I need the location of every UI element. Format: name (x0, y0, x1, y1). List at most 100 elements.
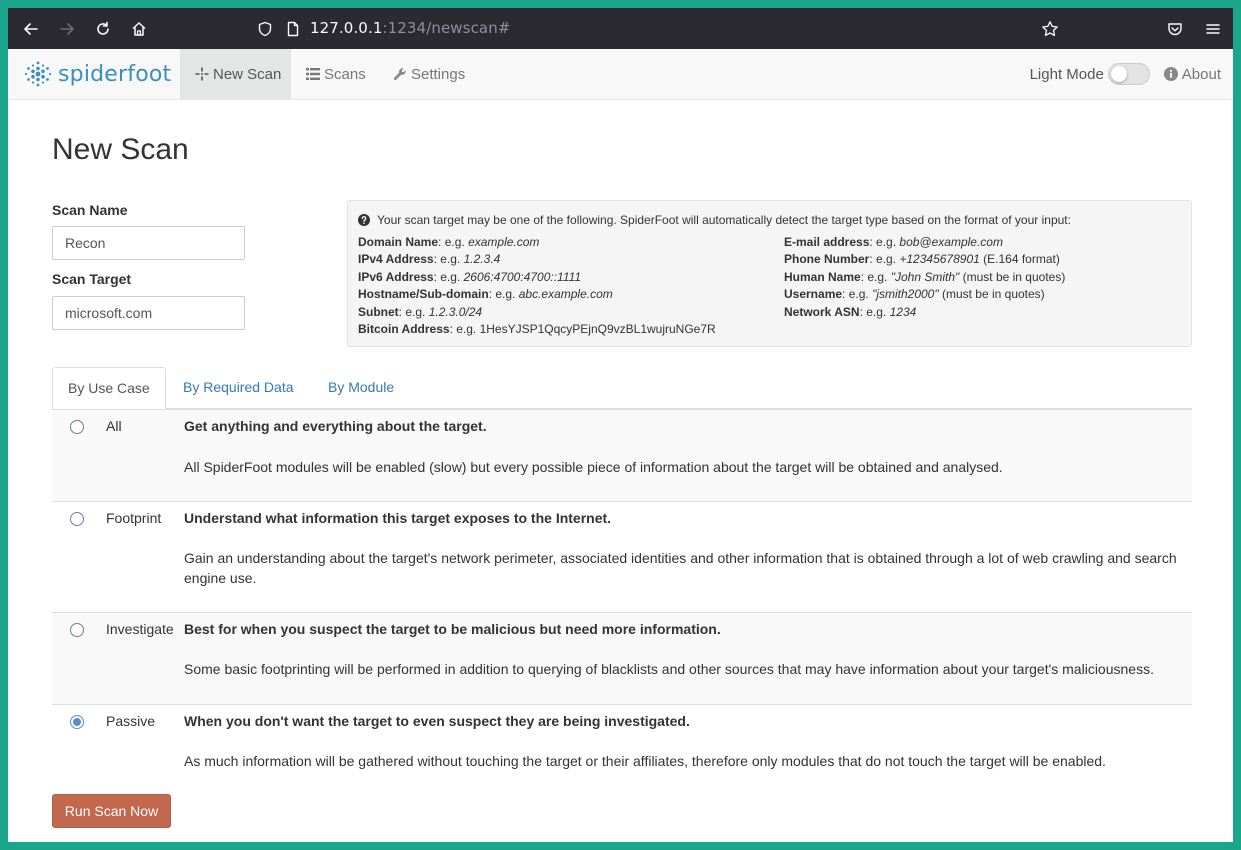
tab-by-required-data[interactable]: By Required Data (168, 367, 309, 409)
help-type-label: Network ASN (784, 304, 860, 319)
help-target-type: Human Name: e.g. "John Smith" (must be i… (784, 269, 1065, 286)
use-case-desc: As much information will be gathered wit… (184, 753, 1106, 769)
help-type-example: 1.2.3.0/24 (428, 304, 483, 319)
use-case-radio-all[interactable] (70, 420, 84, 434)
help-type-suffix: (E.164 format) (979, 252, 1060, 267)
help-type-label: Human Name (784, 269, 861, 284)
help-type-label: Hostname/Sub-domain (358, 287, 489, 302)
use-case-desc: Some basic footprinting will be performe… (184, 661, 1154, 677)
help-type-label: IPv6 Address (358, 269, 434, 284)
target-help-box: Your scan target may be one of the follo… (347, 200, 1192, 347)
help-target-type: Username: e.g. "jsmith2000" (must be in … (784, 286, 1065, 303)
help-type-example: 1234 (889, 304, 917, 319)
use-case-row[interactable]: All Get anything and everything about th… (52, 409, 1192, 501)
forward-icon[interactable] (54, 16, 80, 42)
nav-tab-new-scan[interactable]: New Scan (180, 49, 291, 99)
help-type-suffix: (must be in quotes) (959, 269, 1066, 284)
help-type-label: Bitcoin Address (358, 322, 450, 337)
shield-icon[interactable] (252, 16, 278, 42)
browser-toolbar: 127.0.0.1:1234/newscan# (8, 8, 1233, 49)
crosshair-icon (195, 67, 209, 81)
help-target-type: IPv6 Address: e.g. 2606:4700:4700::1111 (358, 269, 784, 286)
help-type-suffix: (must be in quotes) (938, 287, 1045, 302)
back-icon[interactable] (18, 16, 44, 42)
use-case-title: When you don't want the target to even s… (184, 713, 690, 729)
use-case-desc: All SpiderFoot modules will be enabled (… (184, 459, 1003, 475)
help-type-label: Phone Number (784, 252, 870, 267)
help-type-example: +12345678901 (899, 252, 980, 267)
page-icon[interactable] (280, 16, 306, 42)
help-target-type: Network ASN: e.g. 1234 (784, 304, 1065, 321)
help-type-example: example.com (468, 235, 540, 249)
help-type-prefix: : e.g. (869, 252, 900, 267)
use-case-name: Passive (106, 713, 156, 729)
help-target-type: Bitcoin Address: e.g. 1HesYJSP1QqcyPEjnQ… (358, 321, 784, 338)
use-case-title: Get anything and everything about the ta… (184, 418, 487, 434)
help-type-label: Username (784, 287, 843, 302)
use-case-radio-investigate[interactable] (70, 623, 84, 637)
use-case-row[interactable]: Investigate Best for when you suspect th… (52, 612, 1192, 704)
use-case-desc: Gain an understanding about the target's… (184, 550, 1177, 586)
help-type-example: "John Smith" (890, 269, 960, 284)
help-type-example: abc.example.com (518, 287, 613, 302)
help-type-prefix: : e.g. (859, 304, 890, 319)
use-case-name: All (106, 418, 122, 434)
help-type-label: Domain Name (358, 235, 439, 249)
use-case-list: All Get anything and everything about th… (52, 409, 1192, 784)
menu-icon[interactable] (1200, 16, 1226, 42)
browser-window: 127.0.0.1:1234/newscan# spiderfoot New S… (8, 8, 1233, 842)
use-case-name: Investigate (106, 621, 174, 637)
use-case-row[interactable]: Passive When you don't want the target t… (52, 704, 1192, 784)
bookmark-star-icon[interactable] (1037, 16, 1063, 42)
help-type-prefix: : e.g. (860, 269, 891, 284)
reload-icon[interactable] (90, 16, 116, 42)
info-circle-icon (1163, 67, 1178, 81)
help-type-prefix: : e.g. (842, 287, 873, 302)
help-target-type: Subnet: e.g. 1.2.3.0/24 (358, 304, 784, 321)
url-host: 127.0.0.1 (310, 19, 383, 37)
help-type-example: bob@example.com (899, 235, 1003, 249)
url-bar[interactable]: 127.0.0.1:1234/newscan# (310, 19, 510, 37)
about-link[interactable]: About (1163, 66, 1221, 83)
run-scan-button[interactable]: Run Scan Now (52, 794, 171, 828)
use-case-name: Footprint (106, 510, 162, 526)
help-type-example: "jsmith2000" (872, 287, 939, 302)
help-type-prefix: : e.g. (438, 235, 469, 249)
nav-tab-scans[interactable]: Scans (306, 49, 366, 99)
light-mode-toggle[interactable] (1107, 63, 1150, 85)
help-type-example: 2606:4700:4700::1111 (463, 269, 582, 284)
scan-target-input[interactable]: microsoft.com (52, 296, 245, 330)
help-type-prefix: : e.g. (433, 269, 464, 284)
help-target-type: Phone Number: e.g. +12345678901 (E.164 f… (784, 251, 1065, 268)
help-type-prefix: : e.g. (869, 235, 900, 249)
use-case-title: Understand what information this target … (184, 510, 612, 526)
help-type-prefix: : e.g. (433, 252, 464, 267)
brand-logo[interactable]: spiderfoot (24, 59, 171, 89)
help-type-prefix: : e.g. (398, 304, 429, 319)
scan-name-label: Scan Name (52, 202, 128, 218)
pocket-icon[interactable] (1162, 16, 1188, 42)
help-target-type: Hostname/Sub-domain: e.g. abc.example.co… (358, 286, 784, 303)
list-icon (306, 68, 320, 80)
url-path: :1234/newscan# (382, 19, 511, 37)
question-circle-icon (358, 214, 370, 226)
help-type-label: IPv4 Address (358, 252, 434, 267)
use-case-tabs: By Use Case By Required Data By Module (52, 367, 1192, 410)
use-case-radio-footprint[interactable] (70, 512, 84, 526)
use-case-row[interactable]: Footprint Understand what information th… (52, 501, 1192, 612)
tab-by-module[interactable]: By Module (313, 367, 409, 409)
help-left-column: Domain Name: e.g. example.com IPv4 Addres… (358, 234, 784, 338)
help-type-label: E-mail address (784, 235, 870, 249)
help-type-label: Subnet (358, 304, 399, 319)
brand-name: spiderfoot (58, 61, 172, 87)
spiderfoot-logo-icon (24, 61, 52, 87)
use-case-radio-passive[interactable] (70, 715, 84, 729)
help-target-type: Domain Name: e.g. example.com (358, 234, 784, 251)
scan-name-input[interactable]: Recon (52, 226, 245, 260)
nav-tab-settings[interactable]: Settings (393, 49, 465, 99)
tab-by-use-case[interactable]: By Use Case (52, 367, 166, 410)
help-right-column: E-mail address: e.g. bob@example.com Phon… (784, 234, 1065, 338)
home-icon[interactable] (126, 16, 152, 42)
help-type-example: 1.2.3.4 (463, 252, 501, 267)
help-target-type: E-mail address: e.g. bob@example.com (784, 234, 1065, 251)
